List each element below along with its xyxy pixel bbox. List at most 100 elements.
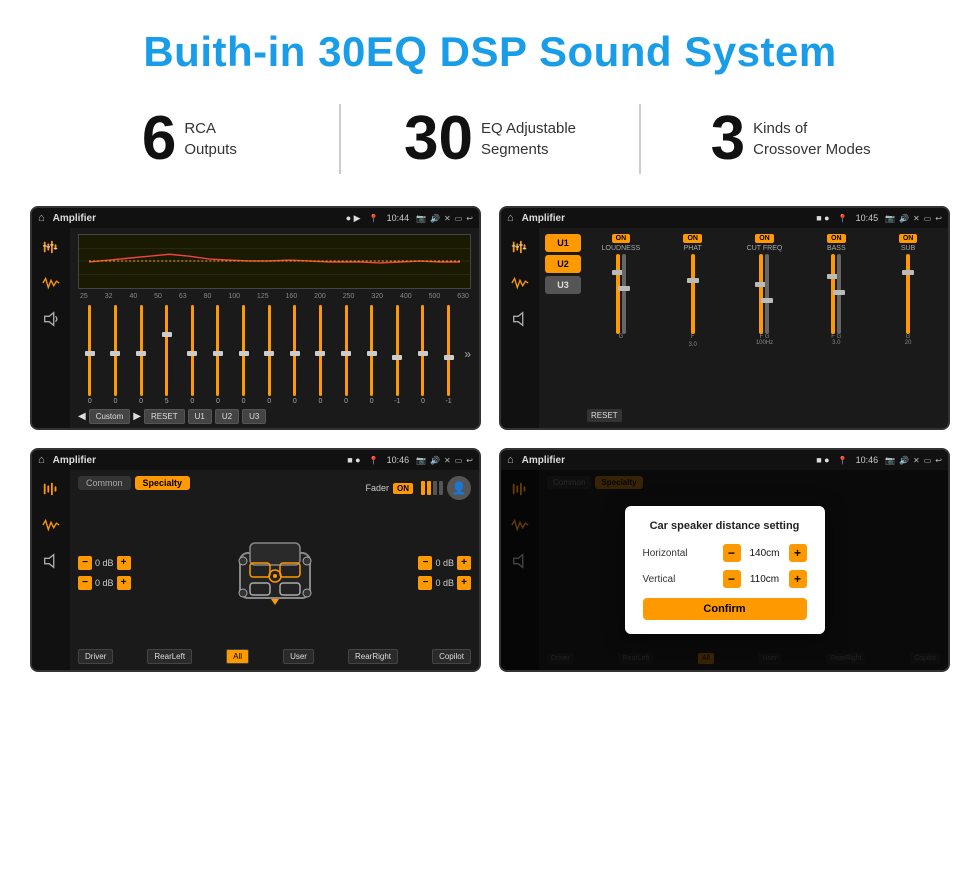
back-icon-2[interactable]: ↩ [935,214,942,223]
fader-on-btn[interactable]: ON [393,483,413,494]
home-icon[interactable]: ⌂ [38,212,45,224]
location-icon-3: 📍 [369,456,379,465]
eq-sliders: 0 0 0 5 0 [78,303,471,405]
confirm-button[interactable]: Confirm [643,598,807,620]
sub-on[interactable]: ON [899,234,918,243]
driver-btn[interactable]: Driver [78,649,113,664]
eq-slider-3[interactable]: 5 [155,303,179,405]
loudness-on[interactable]: ON [612,234,631,243]
channel-bass: ON BASS F G 3.0 [802,234,870,401]
u1-btn[interactable]: U1 [545,234,581,252]
vertical-minus[interactable]: − [723,570,741,588]
eq-slider-10[interactable]: 0 [334,303,358,405]
eq-slider-0[interactable]: 0 [78,303,102,405]
volume-icon-3: 🔊 [430,456,440,465]
rear-right-val: 0 dB [435,578,454,588]
back-icon-4[interactable]: ↩ [935,456,942,465]
horizontal-plus[interactable]: + [789,544,807,562]
rear-right-minus[interactable]: − [418,576,432,590]
stat-divider-1 [339,104,341,174]
eq-slider-7[interactable]: 0 [257,303,281,405]
eq-u3-btn[interactable]: U3 [242,409,266,424]
scroll-arrows[interactable]: » [462,303,471,405]
u3-btn[interactable]: U3 [545,276,581,294]
eq-slider-11[interactable]: 0 [360,303,384,405]
rear-right-plus[interactable]: + [457,576,471,590]
screen1-time: 10:44 [387,213,410,223]
front-left-plus[interactable]: + [117,556,131,570]
eq-slider-5[interactable]: 0 [206,303,230,405]
screen3-content: Common Specialty Fader ON 👤 [32,470,479,670]
speaker-icon-3[interactable] [40,550,62,572]
channel-strips: ON LOUDNESS G [587,234,942,401]
eq-icon-2[interactable] [509,236,531,258]
home-icon-2[interactable]: ⌂ [507,212,514,224]
horizontal-value: 140cm [747,548,783,559]
eq-custom-btn[interactable]: Custom [89,409,131,424]
fader-bars [421,481,443,495]
bass-on[interactable]: ON [827,234,846,243]
home-icon-3[interactable]: ⌂ [38,454,45,466]
eq-slider-1[interactable]: 0 [104,303,128,405]
vertical-plus[interactable]: + [789,570,807,588]
left-speakers: − 0 dB + − 0 dB + [78,556,131,590]
front-right-plus[interactable]: + [457,556,471,570]
eq-u1-btn[interactable]: U1 [188,409,212,424]
wave-icon-2[interactable] [509,272,531,294]
eq-slider-6[interactable]: 0 [232,303,256,405]
user-btn[interactable]: User [283,649,314,664]
rear-left-plus[interactable]: + [117,576,131,590]
vertical-label: Vertical [643,574,717,585]
wave-icon[interactable] [40,272,62,294]
eq-slider-12[interactable]: -1 [386,303,410,405]
volume-icon-2: 🔊 [899,214,909,223]
u2-btn[interactable]: U2 [545,255,581,273]
eq-slider-2[interactable]: 0 [129,303,153,405]
eq-prev[interactable]: ◀ [78,411,86,422]
back-icon[interactable]: ↩ [466,214,473,223]
rear-left-minus[interactable]: − [78,576,92,590]
front-right-minus[interactable]: − [418,556,432,570]
phat-on[interactable]: ON [683,234,702,243]
home-icon-4[interactable]: ⌂ [507,454,514,466]
fader-bar-3 [433,481,437,495]
eq-slider-9[interactable]: 0 [309,303,333,405]
speaker-icon[interactable] [40,308,62,330]
front-left-minus[interactable]: − [78,556,92,570]
screen4-status-bar: ⌂ Amplifier ■ ● 📍 10:46 📷 🔊 ✕ ▭ ↩ [501,450,948,470]
back-icon-3[interactable]: ↩ [466,456,473,465]
crossover-reset-btn[interactable]: RESET [587,409,622,422]
camera-icon-4: 📷 [885,456,895,465]
stat-label-crossover: Kinds of Crossover Modes [753,118,871,160]
screen2-app-title: Amplifier [522,213,813,224]
tab-specialty[interactable]: Specialty [135,476,191,490]
copilot-btn[interactable]: Copilot [432,649,471,664]
eq-u2-btn[interactable]: U2 [215,409,239,424]
cutfreq-on[interactable]: ON [755,234,774,243]
eq-slider-13[interactable]: 0 [411,303,435,405]
screen1-app-title: Amplifier [53,213,342,224]
eq-reset-btn[interactable]: RESET [144,409,185,424]
close-icon-4: ✕ [913,456,920,465]
eq-slider-8[interactable]: 0 [283,303,307,405]
profile-icon[interactable]: 👤 [447,476,471,500]
eq-icon-3[interactable] [40,478,62,500]
horizontal-minus[interactable]: − [723,544,741,562]
speaker-icon-2[interactable] [509,308,531,330]
eq-slider-14[interactable]: -1 [437,303,461,405]
vertical-row: Vertical − 110cm + [643,570,807,588]
rearleft-btn[interactable]: RearLeft [147,649,192,664]
wave-icon-3[interactable] [40,514,62,536]
all-btn[interactable]: All [226,649,249,664]
eq-icon[interactable] [40,236,62,258]
rearright-btn[interactable]: RearRight [348,649,398,664]
stat-eq: 30 EQ Adjustable Segments [361,108,620,170]
eq-next[interactable]: ▶ [133,411,141,422]
eq-slider-4[interactable]: 0 [181,303,205,405]
volume-icon-4: 🔊 [899,456,909,465]
vertical-value: 110cm [747,574,783,585]
tab-common[interactable]: Common [78,476,131,490]
screen3-sidebar [32,470,70,670]
stat-label-eq: EQ Adjustable Segments [481,118,576,160]
dialog-title: Car speaker distance setting [643,520,807,532]
